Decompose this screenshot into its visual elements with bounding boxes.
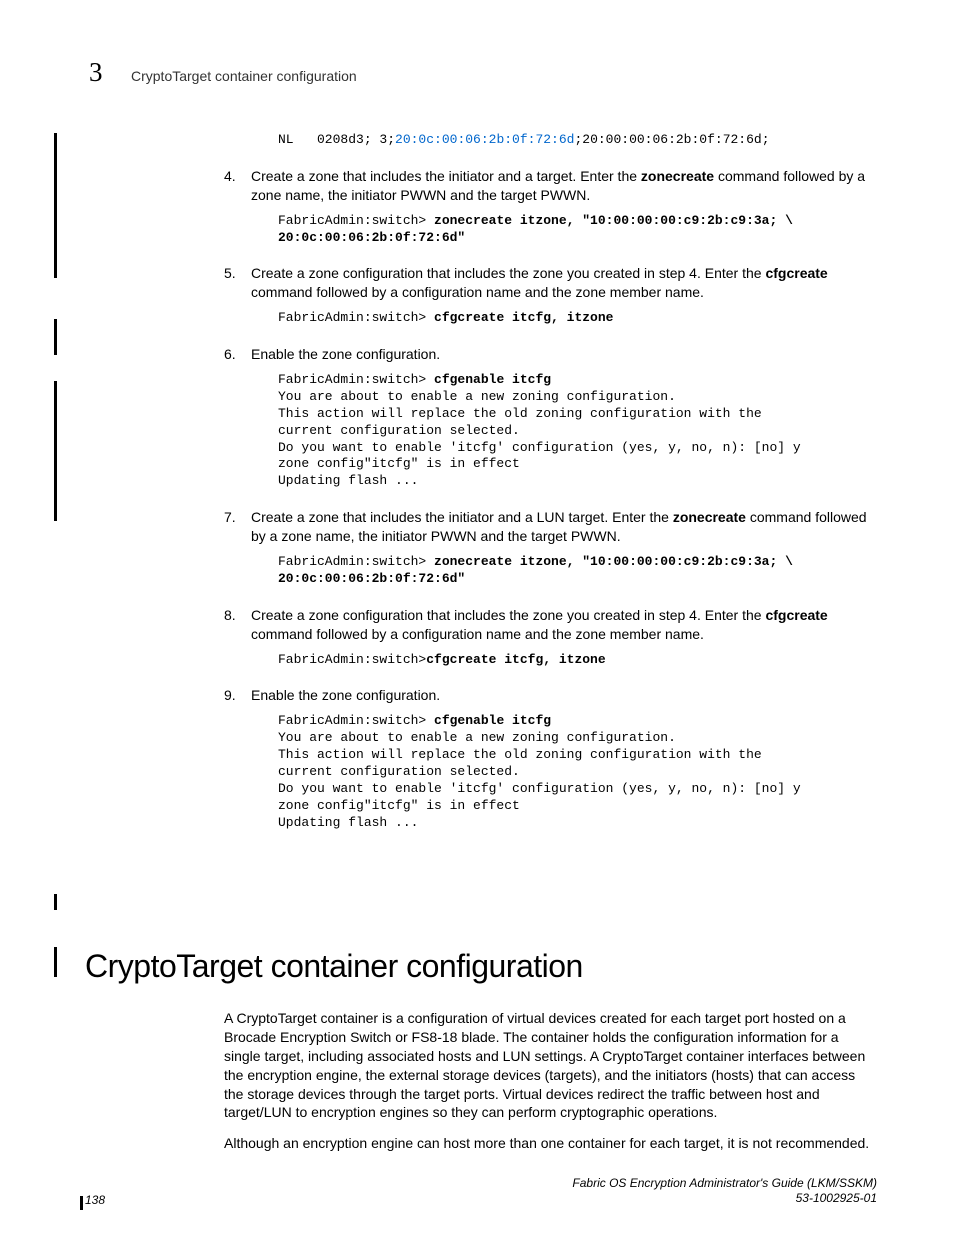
- code-block: FabricAdmin:switch> zonecreate itzone, "…: [278, 554, 877, 588]
- code-block: FabricAdmin:switch> cfgenable itcfg You …: [278, 372, 877, 490]
- paragraph: A CryptoTarget container is a configurat…: [224, 1009, 877, 1122]
- step-text: Create a zone that includes the initiato…: [251, 167, 877, 205]
- code-text: NL 0208d3; 3;: [278, 132, 395, 147]
- footer-page-number: 138: [85, 1193, 105, 1207]
- section-heading: CryptoTarget container configuration: [85, 948, 583, 985]
- link-text[interactable]: 20:0c:00:06:2b:0f:72:6d: [395, 132, 574, 147]
- running-head: CryptoTarget container configuration: [131, 68, 357, 84]
- step-number: 9.: [224, 686, 251, 705]
- step-number: 7.: [224, 508, 251, 546]
- step-7: 7. Create a zone that includes the initi…: [224, 508, 877, 546]
- change-bar: [54, 381, 57, 521]
- code-block: FabricAdmin:switch> cfgcreate itcfg, itz…: [278, 310, 877, 327]
- step-9: 9. Enable the zone configuration.: [224, 686, 877, 705]
- change-bar: [54, 319, 57, 355]
- step-number: 5.: [224, 264, 251, 302]
- section-heading-row: CryptoTarget container configuration: [85, 948, 583, 985]
- code-block: FabricAdmin:switch> zonecreate itzone, "…: [278, 213, 877, 247]
- change-bar: [54, 133, 57, 278]
- step-5: 5. Create a zone configuration that incl…: [224, 264, 877, 302]
- footer-doc-title: Fabric OS Encryption Administrator's Gui…: [572, 1176, 877, 1207]
- step-8: 8. Create a zone configuration that incl…: [224, 606, 877, 644]
- code-block: FabricAdmin:switch> cfgenable itcfg You …: [278, 713, 877, 831]
- code-block: NL 0208d3; 3;20:0c:00:06:2b:0f:72:6d;20:…: [278, 132, 877, 149]
- change-bar: [80, 1196, 83, 1210]
- step-number: 4.: [224, 167, 251, 205]
- step-text: Enable the zone configuration.: [251, 345, 877, 364]
- code-block: FabricAdmin:switch>cfgcreate itcfg, itzo…: [278, 652, 877, 669]
- code-text: ;20:00:00:06:2b:0f:72:6d;: [574, 132, 769, 147]
- main-content: NL 0208d3; 3;20:0c:00:06:2b:0f:72:6d;20:…: [224, 132, 877, 832]
- change-bar: [54, 947, 57, 977]
- step-number: 8.: [224, 606, 251, 644]
- step-text: Enable the zone configuration.: [251, 686, 877, 705]
- chapter-number: 3: [89, 57, 103, 88]
- step-text: Create a zone configuration that include…: [251, 606, 877, 644]
- step-4: 4. Create a zone that includes the initi…: [224, 167, 877, 205]
- step-text: Create a zone configuration that include…: [251, 264, 877, 302]
- paragraph: Although an encryption engine can host m…: [224, 1134, 877, 1153]
- page: 3 CryptoTarget container configuration N…: [0, 0, 954, 1235]
- step-6: 6. Enable the zone configuration.: [224, 345, 877, 364]
- step-number: 6.: [224, 345, 251, 364]
- section-body: A CryptoTarget container is a configurat…: [224, 997, 877, 1153]
- step-text: Create a zone that includes the initiato…: [251, 508, 877, 546]
- change-bar: [54, 894, 57, 910]
